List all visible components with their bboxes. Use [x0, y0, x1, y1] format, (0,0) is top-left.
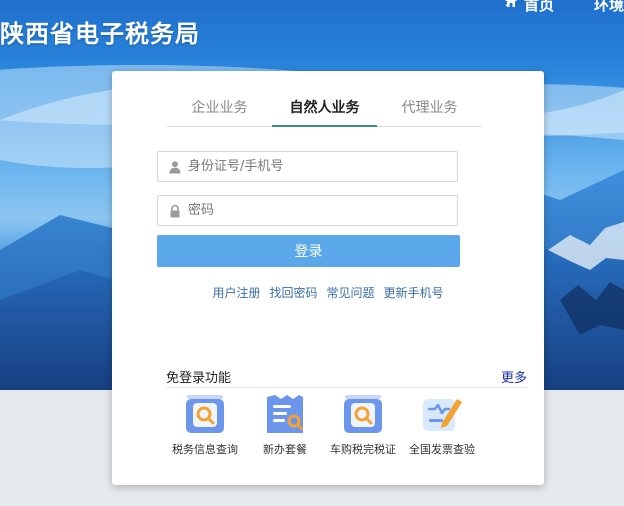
login-button[interactable]: 登录: [157, 235, 460, 267]
tab-enterprise[interactable]: 企业业务: [167, 97, 272, 127]
free-login-title: 免登录功能: [166, 371, 232, 386]
tax-info-search-icon: [183, 393, 227, 435]
service-label: 新办套餐: [263, 443, 307, 456]
tab-agent[interactable]: 代理业务: [377, 97, 482, 127]
login-card: 企业业务 自然人业务 代理业务 登录 用户注册 找回密码 常见问题 更新手机号 …: [112, 71, 544, 485]
nav-environment-label: 环境: [593, 0, 624, 14]
lock-icon: [168, 204, 182, 218]
service-new-package[interactable]: 新办套餐: [243, 393, 327, 463]
free-login-header: 免登录功能 更多: [166, 365, 527, 388]
login-tabs: 企业业务 自然人业务 代理业务: [167, 97, 482, 127]
recover-password-link[interactable]: 找回密码: [269, 284, 317, 301]
username-field: [157, 151, 458, 182]
tab-individual[interactable]: 自然人业务: [272, 97, 377, 127]
service-label: 全国发票查验: [409, 443, 475, 456]
username-input[interactable]: [186, 158, 457, 175]
new-package-icon: [263, 393, 307, 435]
site-title: 陕西省电子税务局: [0, 20, 200, 48]
nav-home-label: 首页: [523, 0, 554, 14]
account-links: 用户注册 找回密码 常见问题 更新手机号: [112, 284, 544, 301]
register-link[interactable]: 用户注册: [212, 284, 260, 301]
faq-link[interactable]: 常见问题: [327, 284, 375, 301]
top-navigation: 首页 环境: [504, 0, 624, 15]
service-vehicle-tax-certificate[interactable]: 车购税完税证: [321, 393, 405, 463]
service-label: 税务信息查询: [172, 443, 238, 456]
more-link[interactable]: 更多: [501, 367, 527, 386]
user-icon: [168, 160, 182, 174]
service-tax-info-search[interactable]: 税务信息查询: [163, 393, 247, 463]
nav-environment-link[interactable]: 环境: [505, 0, 624, 15]
password-field: [157, 195, 458, 226]
invoice-verify-icon: [420, 393, 464, 435]
service-label: 车购税完税证: [330, 443, 396, 456]
vehicle-tax-certificate-icon: [341, 393, 385, 435]
service-invoice-verify[interactable]: 全国发票查验: [400, 393, 484, 463]
wrench-icon: [505, 0, 588, 12]
password-input[interactable]: [186, 202, 457, 219]
update-phone-link[interactable]: 更新手机号: [384, 284, 444, 301]
